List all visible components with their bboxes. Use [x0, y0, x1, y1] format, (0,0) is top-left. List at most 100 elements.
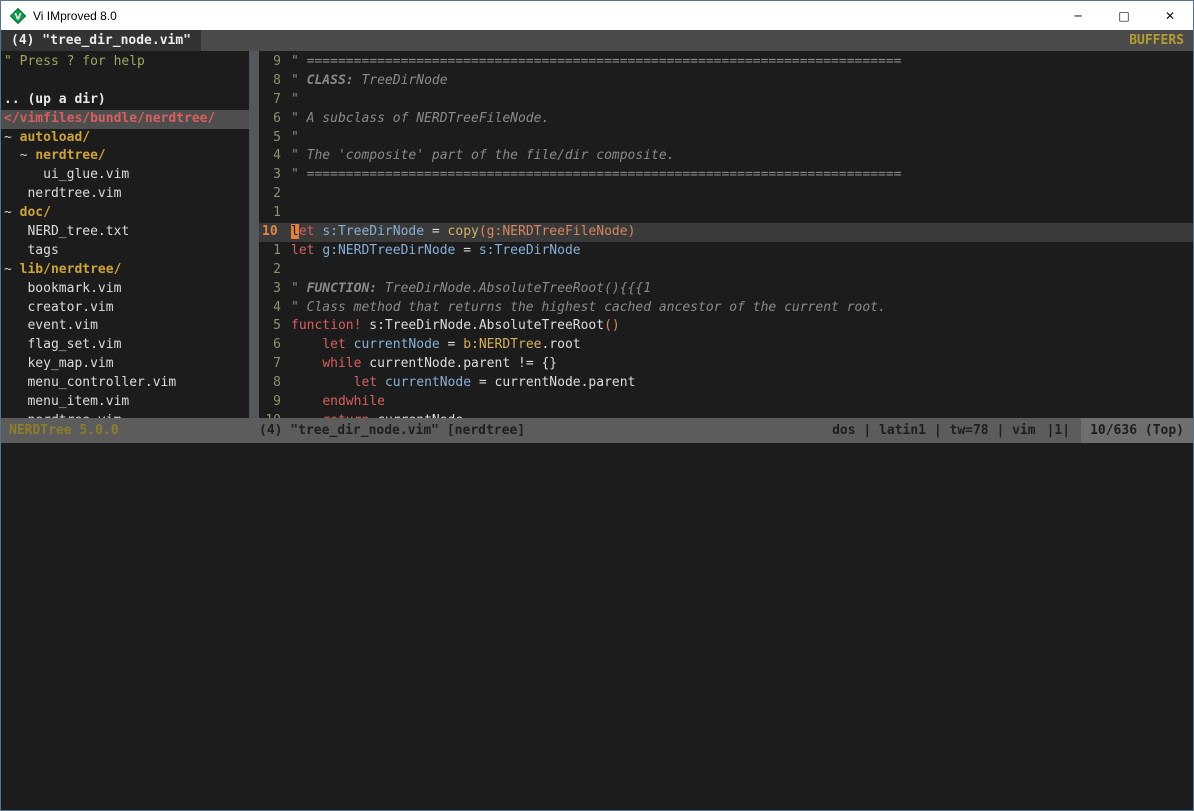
nerdtree-file-flag-set-vim[interactable]: flag_set.vim: [1, 336, 249, 355]
nerdtree-dir-lib-nerdtree[interactable]: ~ lib/nerdtree/: [1, 261, 249, 280]
nerdtree-file-bookmark-vim[interactable]: bookmark.vim: [1, 280, 249, 299]
line-number: 6: [259, 110, 291, 129]
nerdtree-root-vimfiles-bundle-nerdtree[interactable]: </vimfiles/bundle/nerdtree/: [1, 110, 249, 129]
nerdtree-blank: [1, 72, 249, 91]
line-number: 3: [259, 280, 291, 299]
nerdtree-updir-up-a-dir[interactable]: .. (up a dir): [1, 91, 249, 110]
vim-window: V Vi IMproved 8.0 ─ □ ✕ (4) "tree_dir_no…: [0, 0, 1194, 811]
editor-line[interactable]: 9" =====================================…: [259, 53, 1193, 72]
code-text: " A subclass of NERDTreeFileNode.: [291, 110, 1193, 129]
nerdtree-file-event-vim[interactable]: event.vim: [1, 317, 249, 336]
editor-line[interactable]: 8 let currentNode = currentNode.parent: [259, 374, 1193, 393]
line-number: 8: [259, 374, 291, 393]
nerdtree-panel[interactable]: " Press ? for help .. (up a dir)</vimfile…: [1, 51, 249, 418]
editor-line[interactable]: 6" A subclass of NERDTreeFileNode.: [259, 110, 1193, 129]
editor-line[interactable]: 3" FUNCTION: TreeDirNode.AbsoluteTreeRoo…: [259, 280, 1193, 299]
editor-line[interactable]: 1: [259, 204, 1193, 223]
editor-line[interactable]: 3" =====================================…: [259, 166, 1193, 185]
dir-name: lib/nerdtree/: [20, 262, 122, 277]
code-text: " FUNCTION: TreeDirNode.AbsoluteTreeRoot…: [291, 280, 1193, 299]
code-text: " The 'composite' part of the file/dir c…: [291, 147, 1193, 166]
svg-text:V: V: [15, 12, 22, 22]
editor-line[interactable]: 5function! s:TreeDirNode.AbsoluteTreeRoo…: [259, 317, 1193, 336]
code-text: " Class method that returns the highest …: [291, 299, 1193, 318]
tabline-fill: [201, 30, 1120, 51]
editor-line[interactable]: 5": [259, 129, 1193, 148]
editor-area[interactable]: 9" =====================================…: [259, 51, 1193, 418]
nerdtree-status: NERDTree 5.0.0: [1, 418, 259, 443]
editor-line[interactable]: 2: [259, 185, 1193, 204]
line-number: 4: [259, 147, 291, 166]
line-number: 8: [259, 72, 291, 91]
nerdtree-file-tags[interactable]: tags: [1, 242, 249, 261]
editor-line[interactable]: 8" CLASS: TreeDirNode: [259, 72, 1193, 91]
minimize-button[interactable]: ─: [1055, 1, 1101, 30]
nerdtree-dir-autoload[interactable]: ~ autoload/: [1, 129, 249, 148]
nerdtree-file-key-map-vim[interactable]: key_map.vim: [1, 355, 249, 374]
close-button[interactable]: ✕: [1147, 1, 1193, 30]
vertical-split-separator[interactable]: [249, 51, 259, 418]
nerdtree-file-menu-controller-vim[interactable]: menu_controller.vim: [1, 374, 249, 393]
code-text: [291, 204, 1193, 223]
statusline-buffer-name: (4) "tree_dir_node.vim" [nerdtree]: [259, 418, 525, 443]
line-number: 2: [259, 185, 291, 204]
statusline-right: dos | latin1 | tw=78 | vim |1| 10/636 (T…: [832, 418, 1193, 443]
dir-open-icon: ~: [4, 262, 20, 277]
editor-line[interactable]: 4" The 'composite' part of the file/dir …: [259, 147, 1193, 166]
code-text: let currentNode = currentNode.parent: [291, 374, 1193, 393]
line-number: 9: [259, 53, 291, 72]
command-line[interactable]: [1, 443, 1193, 810]
line-number: 5: [259, 129, 291, 148]
editor-line[interactable]: 4" Class method that returns the highest…: [259, 299, 1193, 318]
tab-tree-dir-node[interactable]: (4) "tree_dir_node.vim": [1, 30, 201, 51]
main-split: " Press ? for help .. (up a dir)</vimfile…: [1, 51, 1193, 418]
code-text: endwhile: [291, 393, 1193, 412]
nerdtree-dir-doc[interactable]: ~ doc/: [1, 204, 249, 223]
vim-logo-icon: V: [10, 8, 26, 24]
code-text: let currentNode = b:NERDTree.root: [291, 336, 1193, 355]
line-number: 4: [259, 299, 291, 318]
code-text: ": [291, 91, 1193, 110]
statusline-position: 10/636 (Top): [1081, 418, 1193, 443]
code-text: [291, 185, 1193, 204]
editor-line[interactable]: 1let g:NERDTreeDirNode = s:TreeDirNode: [259, 242, 1193, 261]
statusline: NERDTree 5.0.0 (4) "tree_dir_node.vim" […: [1, 418, 1193, 443]
line-number: 10: [259, 223, 291, 242]
line-number: 1: [259, 204, 291, 223]
code-text: [291, 261, 1193, 280]
editor-line[interactable]: 9 endwhile: [259, 393, 1193, 412]
code-text: ": [291, 129, 1193, 148]
nerdtree-file-creator-vim[interactable]: creator.vim: [1, 299, 249, 318]
line-number: 7: [259, 355, 291, 374]
editor-line[interactable]: 6 let currentNode = b:NERDTree.root: [259, 336, 1193, 355]
maximize-button[interactable]: □: [1101, 1, 1147, 30]
tabline: (4) "tree_dir_node.vim" BUFFERS: [1, 30, 1193, 51]
titlebar: V Vi IMproved 8.0 ─ □ ✕: [1, 1, 1193, 30]
code-text: while currentNode.parent != {}: [291, 355, 1193, 374]
code-text: " ======================================…: [291, 53, 1193, 72]
nerdtree-help-press-for-help: " Press ? for help: [1, 53, 249, 72]
buffers-label: BUFFERS: [1120, 30, 1193, 51]
editor-line-current[interactable]: 10let s:TreeDirNode = copy(g:NERDTreeFil…: [259, 223, 1193, 242]
code-text: let g:NERDTreeDirNode = s:TreeDirNode: [291, 242, 1193, 261]
dir-open-icon: ~: [4, 205, 20, 220]
cursor-block: l: [291, 224, 299, 239]
nerdtree-file-nerdtree-vim[interactable]: nerdtree.vim: [1, 185, 249, 204]
line-number: 6: [259, 336, 291, 355]
dir-open-icon: ~: [20, 148, 36, 163]
line-number: 2: [259, 261, 291, 280]
nerdtree-file-menu-item-vim[interactable]: menu_item.vim: [1, 393, 249, 412]
editor-line[interactable]: 7": [259, 91, 1193, 110]
editor-line[interactable]: 7 while currentNode.parent != {}: [259, 355, 1193, 374]
dir-name: doc/: [20, 205, 51, 220]
line-number: 9: [259, 393, 291, 412]
nerdtree-file-nerd-tree-txt[interactable]: NERD_tree.txt: [1, 223, 249, 242]
window-title: Vi IMproved 8.0: [33, 9, 117, 23]
editor-line[interactable]: 2: [259, 261, 1193, 280]
nerdtree-dir-nerdtree[interactable]: ~ nerdtree/: [1, 147, 249, 166]
code-text: let s:TreeDirNode = copy(g:NERDTreeFileN…: [291, 223, 1193, 242]
dir-name: nerdtree/: [35, 148, 105, 163]
nerdtree-file-ui-glue-vim[interactable]: ui_glue.vim: [1, 166, 249, 185]
line-number: 1: [259, 242, 291, 261]
code-text: " ======================================…: [291, 166, 1193, 185]
